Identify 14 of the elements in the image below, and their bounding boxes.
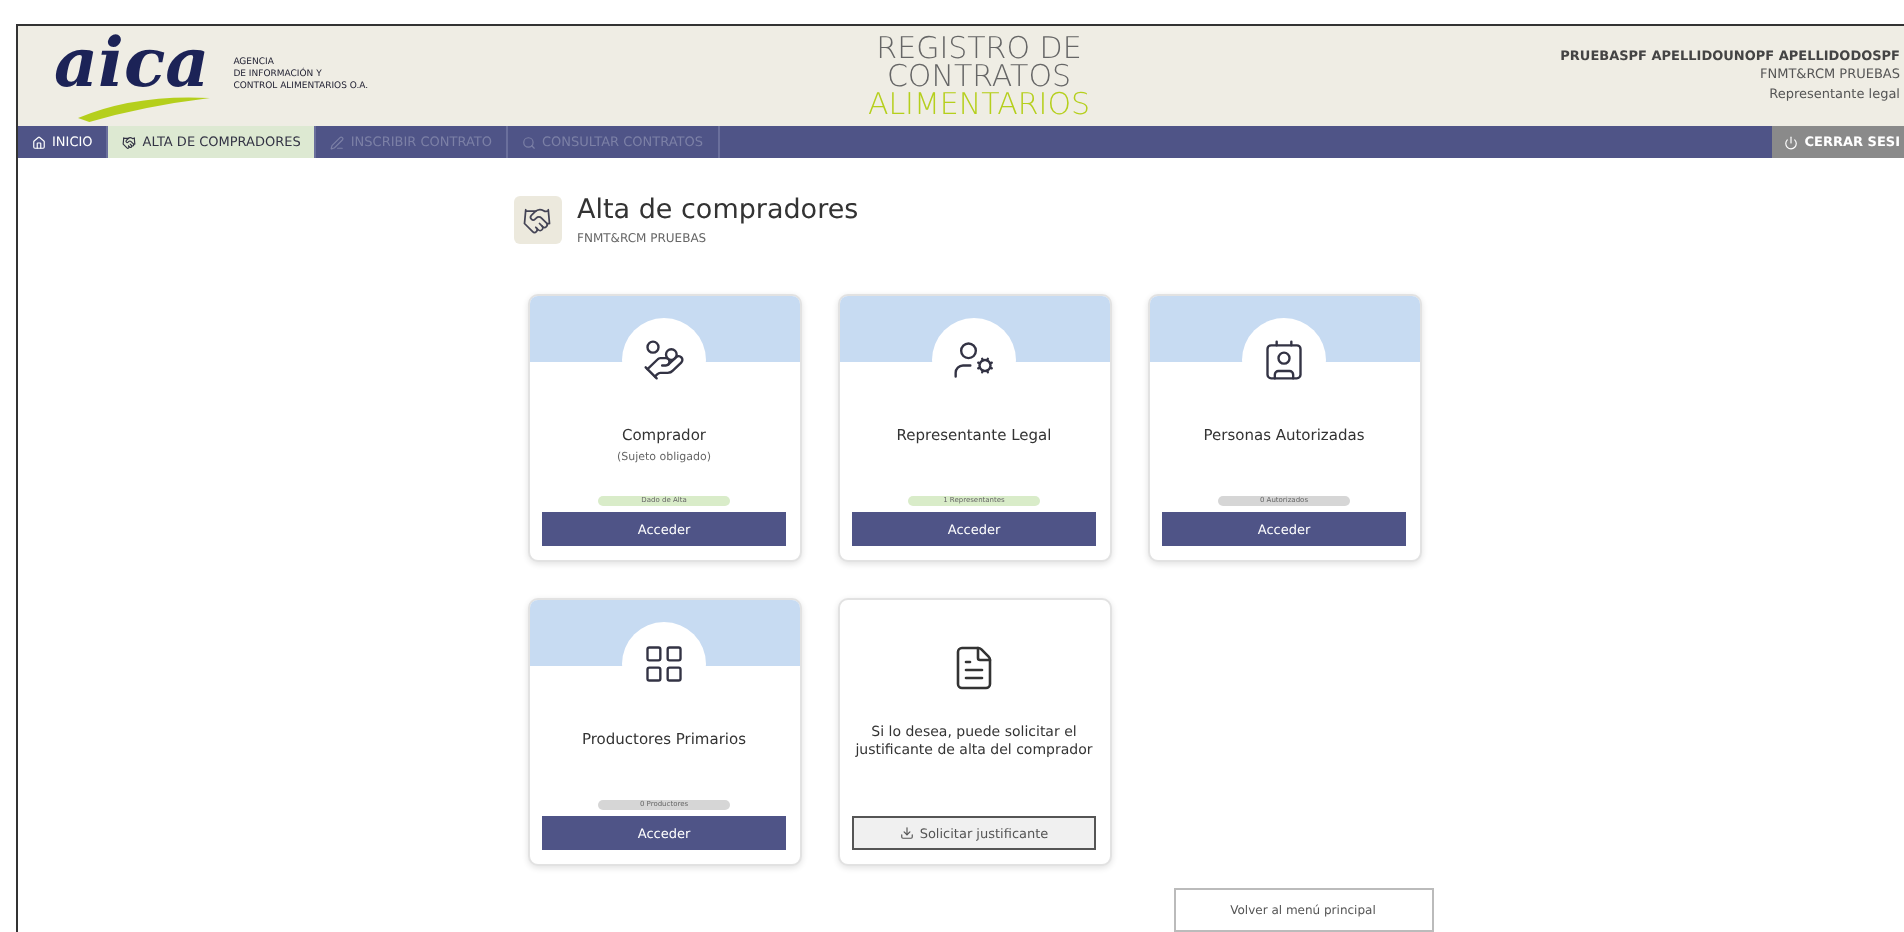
grid-icon [642, 642, 686, 686]
download-icon [899, 826, 914, 840]
app-title: REGISTRO DE CONTRATOS ALIMENTARIOS [867, 33, 1091, 119]
search-icon [521, 135, 536, 149]
handshake-icon [522, 205, 552, 235]
home-icon [32, 135, 46, 149]
aica-logo: aica [54, 30, 222, 122]
pen-icon [330, 135, 345, 149]
power-icon [1784, 135, 1799, 149]
id-card-icon [1262, 338, 1306, 382]
hand-coin-icon [642, 338, 686, 382]
handshake-icon [122, 135, 137, 149]
page-title: Alta de compradores [577, 194, 859, 226]
user-gear-icon [952, 338, 996, 382]
